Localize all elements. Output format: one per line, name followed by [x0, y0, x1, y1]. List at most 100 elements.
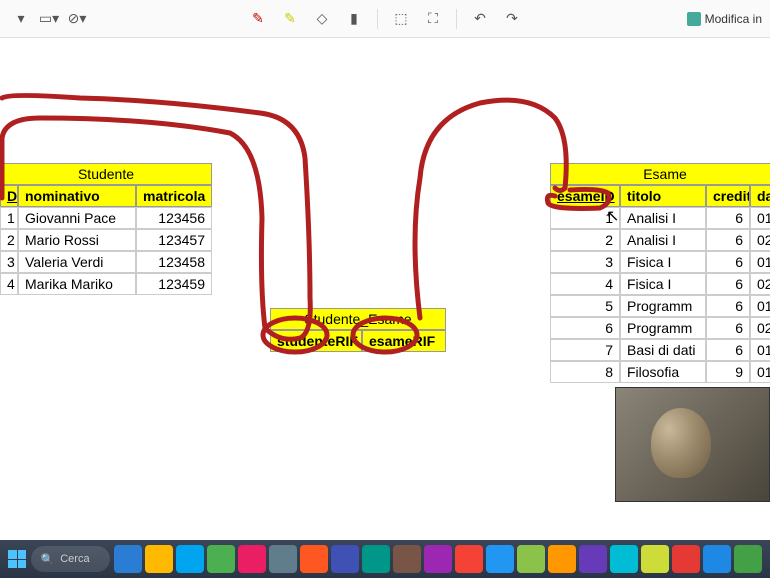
rect-tool[interactable]: ▭▾ [36, 6, 62, 32]
studente-esame-table: Studente_Esame studenteRIF esameRIF [270, 308, 446, 352]
cell: 8 [550, 361, 620, 383]
cell: 6 [706, 317, 750, 339]
cell: 2 [0, 229, 18, 251]
cell: Giovanni Pace [18, 207, 136, 229]
studente-title: Studente [0, 163, 212, 185]
cell: 2 [550, 229, 620, 251]
task-icon[interactable] [145, 545, 173, 573]
cell: 02/ [750, 317, 770, 339]
task-icon[interactable] [486, 545, 514, 573]
table-row: 3Valeria Verdi123458 [0, 251, 212, 273]
col-header: D [0, 185, 18, 207]
windows-logo-icon [8, 550, 26, 568]
taskbar-search[interactable]: 🔍 Cerca [31, 546, 110, 572]
cell: 01/ [750, 295, 770, 317]
cursor-icon: ↖ [606, 206, 619, 226]
modifica-button[interactable]: Modifica in [687, 12, 762, 26]
task-icon[interactable] [672, 545, 700, 573]
task-icon[interactable] [176, 545, 204, 573]
cell: 3 [0, 251, 18, 273]
cell: 123459 [136, 273, 212, 295]
cell: 6 [706, 251, 750, 273]
col-header: esameRIF [362, 330, 446, 352]
table-row: 2Analisi I602/ [550, 229, 770, 251]
studente-esame-title: Studente_Esame [270, 308, 446, 330]
task-icon[interactable] [362, 545, 390, 573]
table-row: 1Analisi I601/ [550, 207, 770, 229]
col-header: esameID [550, 185, 620, 207]
cell: 5 [550, 295, 620, 317]
cell: Filosofia [620, 361, 706, 383]
task-icon[interactable] [238, 545, 266, 573]
cell: 02/ [750, 273, 770, 295]
task-icon[interactable] [548, 545, 576, 573]
table-row: 3Fisica I601/ [550, 251, 770, 273]
task-icon[interactable] [207, 545, 235, 573]
cell: 4 [550, 273, 620, 295]
task-icon[interactable] [641, 545, 669, 573]
expand-icon[interactable]: ⛶ [420, 6, 446, 32]
table-row: 7Basi di dati601/ [550, 339, 770, 361]
redo-icon[interactable]: ↷ [499, 6, 525, 32]
cell: 01/ [750, 251, 770, 273]
cell: 123457 [136, 229, 212, 251]
eraser-icon[interactable]: ◇ [309, 6, 335, 32]
cell: 7 [550, 339, 620, 361]
cell: 6 [706, 207, 750, 229]
windows-taskbar: 🔍 Cerca [0, 540, 770, 578]
cell: 3 [550, 251, 620, 273]
task-icon[interactable] [331, 545, 359, 573]
taskbar-pinned [114, 545, 762, 573]
ruler-icon[interactable]: ▮ [341, 6, 367, 32]
cell: Basi di dati [620, 339, 706, 361]
col-header: nominativo [18, 185, 136, 207]
task-icon[interactable] [424, 545, 452, 573]
cell: Valeria Verdi [18, 251, 136, 273]
col-header: matricola [136, 185, 212, 207]
cell: 6 [706, 229, 750, 251]
col-header: titolo [620, 185, 706, 207]
cell: 01/ [750, 207, 770, 229]
canvas-area[interactable]: Studente D nominativo matricola 1Giovann… [0, 38, 770, 540]
cell: 9 [706, 361, 750, 383]
pen-yellow-icon[interactable]: ✎ [277, 6, 303, 32]
cell: Programm [620, 317, 706, 339]
col-header: studenteRIF [270, 330, 362, 352]
cell: 02/ [750, 229, 770, 251]
table-row: 5Programm601/ [550, 295, 770, 317]
crop-icon[interactable]: ⬚ [388, 6, 414, 32]
undo-icon[interactable]: ↶ [467, 6, 493, 32]
task-icon[interactable] [703, 545, 731, 573]
start-button[interactable] [8, 545, 27, 573]
crossed-tool[interactable]: ⊘▾ [64, 6, 90, 32]
cell: 4 [0, 273, 18, 295]
cell: 01/ [750, 361, 770, 383]
task-icon[interactable] [517, 545, 545, 573]
cell: 6 [706, 273, 750, 295]
pen-red-icon[interactable]: ✎ [245, 6, 271, 32]
dropdown-btn[interactable]: ▾ [8, 6, 34, 32]
task-icon[interactable] [393, 545, 421, 573]
cell: Analisi I [620, 229, 706, 251]
task-icon[interactable] [300, 545, 328, 573]
cell: Analisi I [620, 207, 706, 229]
task-icon[interactable] [269, 545, 297, 573]
task-icon[interactable] [610, 545, 638, 573]
cell: 6 [706, 295, 750, 317]
table-row: 4Marika Mariko123459 [0, 273, 212, 295]
table-row: 2Mario Rossi123457 [0, 229, 212, 251]
esame-table: Esame esameID titolo crediti dat 1Analis… [550, 163, 770, 383]
cell: Fisica I [620, 273, 706, 295]
esame-title: Esame [550, 163, 770, 185]
cell: 01/ [750, 339, 770, 361]
search-icon: 🔍 [41, 553, 55, 566]
task-icon[interactable] [734, 545, 762, 573]
task-icon[interactable] [455, 545, 483, 573]
task-icon[interactable] [579, 545, 607, 573]
cell: 6 [550, 317, 620, 339]
studente-table: Studente D nominativo matricola 1Giovann… [0, 163, 212, 295]
cell: 1 [0, 207, 18, 229]
task-icon[interactable] [114, 545, 142, 573]
search-placeholder: Cerca [60, 553, 89, 565]
cell: Fisica I [620, 251, 706, 273]
